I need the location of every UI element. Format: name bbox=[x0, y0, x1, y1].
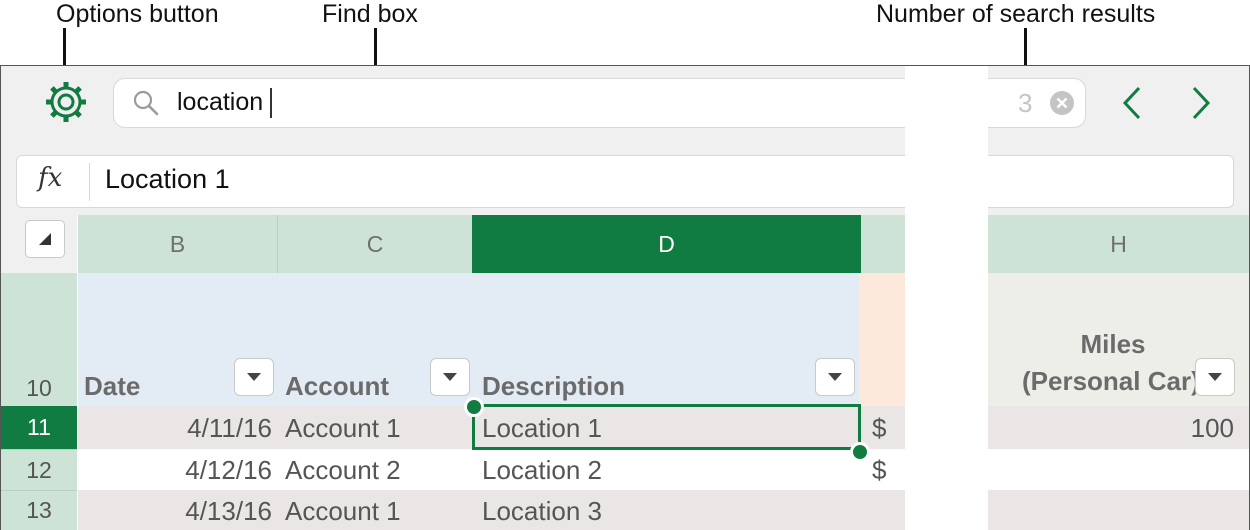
filter-dropdown-icon bbox=[1208, 373, 1222, 381]
filter-button-account[interactable] bbox=[430, 358, 470, 396]
callout-search-results: Number of search results bbox=[876, 0, 1156, 28]
cell-currency[interactable]: $ bbox=[872, 413, 886, 444]
cell-account[interactable]: Account 1 bbox=[285, 496, 401, 527]
formula-bar-content[interactable]: Location 1 bbox=[105, 164, 230, 195]
selection-handle-bottom-right[interactable] bbox=[850, 442, 870, 462]
formula-bar-divider bbox=[89, 163, 90, 201]
chevron-right-icon[interactable] bbox=[1186, 84, 1216, 122]
cell-date[interactable]: 4/12/16 bbox=[78, 455, 272, 486]
find-input-value[interactable]: location bbox=[177, 88, 263, 117]
cell-miles[interactable]: 100 bbox=[988, 413, 1234, 444]
fx-label: fx bbox=[38, 163, 63, 193]
cell-currency[interactable]: $ bbox=[872, 455, 886, 486]
row-header-12[interactable]: 12 bbox=[1, 449, 77, 490]
clear-icon[interactable] bbox=[1049, 90, 1075, 116]
header-description: Description bbox=[482, 371, 626, 401]
cell-account[interactable]: Account 2 bbox=[285, 455, 401, 486]
cell-description[interactable]: Location 3 bbox=[482, 496, 602, 527]
selection-handle-top-left[interactable] bbox=[464, 397, 484, 417]
cell-description[interactable]: Location 2 bbox=[482, 455, 602, 486]
filter-button-date[interactable] bbox=[234, 358, 274, 396]
select-all-icon bbox=[39, 233, 51, 245]
column-header-b[interactable]: B bbox=[78, 215, 278, 273]
header-miles-line1: Miles bbox=[1080, 329, 1146, 359]
chevron-left-icon[interactable] bbox=[1117, 84, 1147, 122]
gear-icon bbox=[46, 82, 86, 122]
selected-cell-border[interactable] bbox=[472, 404, 861, 450]
filter-button-description[interactable] bbox=[815, 358, 855, 396]
cell-date[interactable]: 4/11/16 bbox=[78, 413, 272, 444]
filter-dropdown-icon bbox=[828, 373, 842, 381]
cell-account[interactable]: Account 1 bbox=[285, 413, 401, 444]
search-result-count: 3 bbox=[1018, 88, 1033, 118]
cell-date[interactable]: 4/13/16 bbox=[78, 496, 272, 527]
row-header-11[interactable]: 11 bbox=[1, 406, 77, 449]
text-cursor bbox=[270, 88, 272, 118]
search-icon bbox=[133, 90, 159, 116]
column-header-h[interactable]: H bbox=[988, 215, 1249, 273]
column-header-d[interactable]: D bbox=[472, 215, 861, 273]
filter-button-miles[interactable] bbox=[1195, 358, 1235, 396]
row-header-13[interactable]: 13 bbox=[1, 490, 77, 530]
table-header-cell-e bbox=[859, 273, 905, 406]
select-all-button[interactable] bbox=[25, 220, 65, 258]
options-button[interactable] bbox=[44, 80, 88, 124]
filter-dropdown-icon bbox=[247, 373, 261, 381]
column-header-c[interactable]: C bbox=[278, 215, 472, 273]
callout-options-button: Options button bbox=[56, 0, 219, 28]
header-account: Account bbox=[285, 371, 389, 401]
header-date: Date bbox=[84, 371, 141, 401]
column-gap bbox=[905, 66, 988, 530]
callout-find-box: Find box bbox=[322, 0, 418, 28]
row-header-10[interactable]: 10 bbox=[1, 273, 77, 406]
column-header-e[interactable] bbox=[861, 215, 905, 273]
filter-dropdown-icon bbox=[443, 373, 457, 381]
table-row bbox=[988, 490, 1249, 530]
